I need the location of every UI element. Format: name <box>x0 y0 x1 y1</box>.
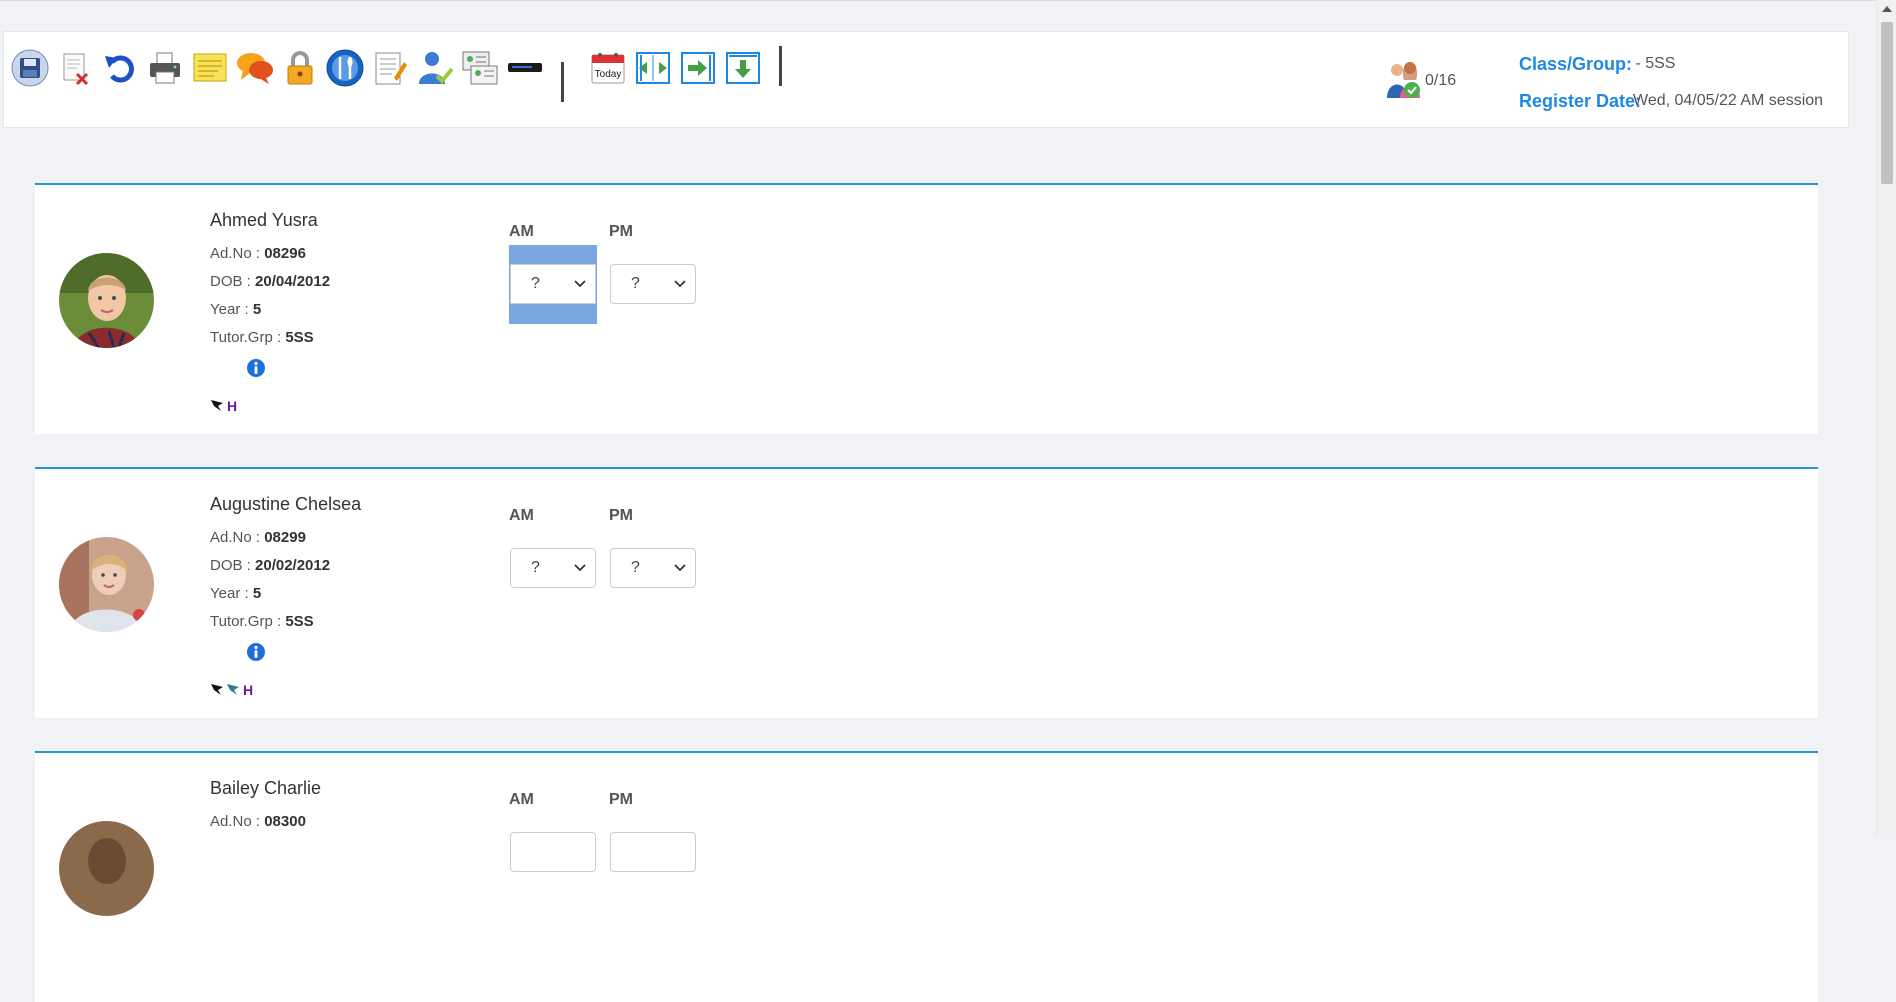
student-photo <box>59 537 154 632</box>
chevron-down-icon <box>574 280 586 288</box>
am-header: AM <box>509 791 534 808</box>
student-name: Ahmed Yusra <box>210 210 318 230</box>
flag-icon[interactable] <box>210 399 224 413</box>
year-group: Year : 5 <box>210 301 262 318</box>
print-icon[interactable] <box>145 48 185 88</box>
toolbar: Today 0/16 Class/Group: - 5SS Register D… <box>3 31 1849 128</box>
top-divider <box>0 0 1876 1</box>
chevron-down-icon <box>674 564 686 572</box>
am-header: AM <box>509 223 534 240</box>
pm-header: PM <box>609 791 633 808</box>
student-card: Augustine Chelsea Ad.No : 08299 DOB : 20… <box>35 467 1818 718</box>
pm-select[interactable]: ? <box>610 548 696 588</box>
pm-header: PM <box>609 507 633 524</box>
next-icon[interactable] <box>678 48 718 88</box>
date-of-birth: DOB : 20/02/2012 <box>210 557 331 574</box>
vertical-scrollbar[interactable] <box>1876 0 1896 836</box>
report-icon[interactable] <box>370 48 410 88</box>
comments-icon[interactable] <box>235 48 275 88</box>
card-reader-icon[interactable] <box>505 48 545 88</box>
am-select[interactable]: ? <box>510 264 596 304</box>
class-group-label: Class/Group: <box>1519 54 1633 74</box>
student-photo <box>59 821 154 916</box>
student-flags: H <box>210 682 253 698</box>
admission-number: Ad.No : 08300 <box>210 813 306 830</box>
date-of-birth: DOB : 20/04/2012 <box>210 273 331 290</box>
attendance-count: 0/16 <box>1425 72 1457 89</box>
attendance-icon <box>1384 58 1424 102</box>
student-name: Bailey Charlie <box>210 778 322 798</box>
pm-select[interactable] <box>610 832 696 872</box>
pm-select[interactable]: ? <box>610 264 696 304</box>
am-select[interactable]: ? <box>510 548 596 588</box>
student-card: Ahmed Yusra Ad.No : 08296 DOB : 20/04/20… <box>35 183 1818 434</box>
flag-icon[interactable] <box>210 683 224 697</box>
scroll-up-arrow-icon[interactable] <box>1882 6 1892 12</box>
save-icon[interactable] <box>10 48 50 88</box>
student-flags: H <box>210 398 237 414</box>
contact-cards-icon[interactable] <box>460 48 500 88</box>
year-group: Year : 5 <box>210 585 262 602</box>
info-icon[interactable] <box>246 642 266 662</box>
toolbar-separator <box>779 46 782 86</box>
lock-icon[interactable] <box>280 48 320 88</box>
tutor-group: Tutor.Grp : 5SS <box>210 329 314 346</box>
admission-number: Ad.No : 08296 <box>210 245 306 262</box>
download-icon[interactable] <box>723 48 763 88</box>
student-photo <box>59 253 154 348</box>
student-card: Bailey Charlie Ad.No : 08300 AM PM <box>35 751 1818 1002</box>
student-check-icon[interactable] <box>415 48 455 88</box>
class-group-value: - 5SS <box>1631 55 1676 72</box>
flag-icon[interactable] <box>226 683 240 697</box>
chevron-down-icon <box>674 280 686 288</box>
h-marker[interactable]: H <box>227 398 237 414</box>
today-icon[interactable]: Today <box>588 48 628 88</box>
scrollbar-thumb[interactable] <box>1881 22 1893 184</box>
register-date-value: Wed, 04/05/22 AM session <box>1633 92 1824 109</box>
tutor-group: Tutor.Grp : 5SS <box>210 613 314 630</box>
notes-icon[interactable] <box>190 48 230 88</box>
pm-header: PM <box>609 223 633 240</box>
today-label: Today <box>595 69 622 80</box>
admission-number: Ad.No : 08299 <box>210 529 306 546</box>
toolbar-separator <box>561 62 564 102</box>
info-icon[interactable] <box>246 358 266 378</box>
delete-register-icon[interactable] <box>55 48 95 88</box>
am-header: AM <box>509 507 534 524</box>
am-select[interactable] <box>510 832 596 872</box>
meals-icon[interactable] <box>325 48 365 88</box>
student-name: Augustine Chelsea <box>210 494 362 514</box>
undo-icon[interactable] <box>100 48 140 88</box>
register-date-label: Register Date: <box>1519 91 1642 111</box>
h-marker[interactable]: H <box>243 682 253 698</box>
collapse-icon[interactable] <box>633 48 673 88</box>
chevron-down-icon <box>574 564 586 572</box>
